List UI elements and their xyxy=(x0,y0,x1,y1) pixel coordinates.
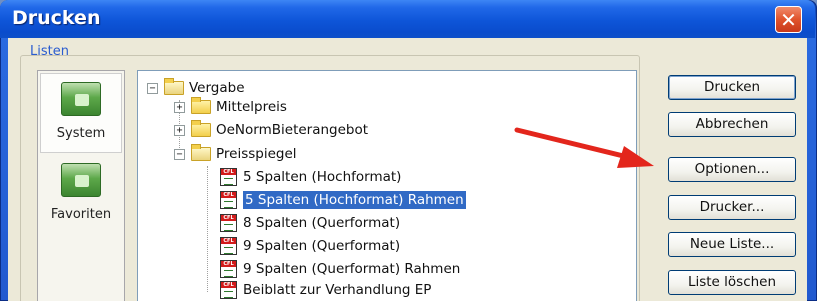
red-arrow-icon xyxy=(514,127,654,168)
